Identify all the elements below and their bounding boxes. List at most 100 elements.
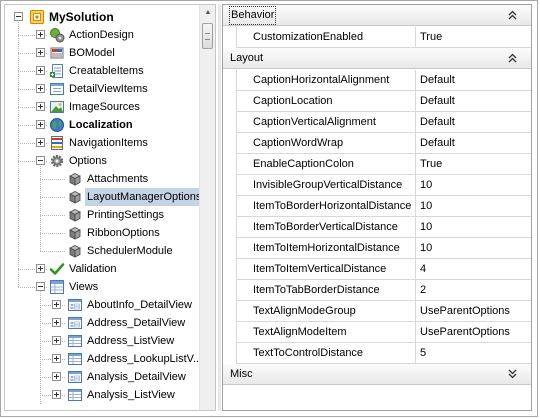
collapse-chevron-icon[interactable] — [508, 10, 517, 20]
expand-plus-icon[interactable] — [36, 30, 45, 39]
property-value[interactable]: UseParentOptions — [417, 322, 531, 342]
property-name[interactable]: TextAlignModeItem — [237, 322, 416, 342]
property-name[interactable]: CaptionWordWrap — [237, 133, 416, 153]
collapse-minus-icon[interactable] — [14, 12, 23, 21]
tree-item[interactable]: CreatableItems — [5, 62, 201, 80]
panel-splitter[interactable] — [218, 4, 221, 411]
expand-plus-icon[interactable] — [52, 390, 61, 399]
expand-plus-icon[interactable] — [52, 336, 61, 345]
property-value[interactable]: Default — [417, 133, 531, 153]
property-name[interactable]: CustomizationEnabled — [237, 27, 416, 47]
property-row[interactable]: TextToControlDistance 5 — [237, 343, 531, 364]
property-value[interactable]: Default — [417, 70, 531, 90]
tree-item-label[interactable]: LayoutManagerOptions — [85, 188, 204, 206]
property-row[interactable]: ItemToTabBorderDistance 2 — [237, 280, 531, 301]
property-value[interactable]: 10 — [417, 217, 531, 237]
property-name[interactable]: ItemToTabBorderDistance — [237, 280, 416, 300]
expand-plus-icon[interactable] — [52, 354, 61, 363]
property-row[interactable]: TextAlignModeGroup UseParentOptions — [237, 301, 531, 322]
property-row[interactable]: CaptionWordWrap Default — [237, 133, 531, 154]
property-value[interactable]: 10 — [417, 175, 531, 195]
collapse-chevron-icon[interactable] — [508, 53, 517, 63]
tree-item[interactable]: Analysis_DetailView — [5, 368, 201, 386]
property-name[interactable]: CaptionVerticalAlignment — [237, 112, 416, 132]
tree-item-label[interactable]: Validation — [67, 260, 119, 278]
property-row[interactable]: ItemToBorderHorizontalDistance 10 — [237, 196, 531, 217]
property-value[interactable]: 10 — [417, 196, 531, 216]
tree-item[interactable]: Localization — [5, 116, 201, 134]
tree-item-label[interactable]: CreatableItems — [67, 62, 146, 80]
tree-item[interactable]: Attachments — [5, 170, 201, 188]
expand-plus-icon[interactable] — [36, 102, 45, 111]
expand-plus-icon[interactable] — [52, 318, 61, 327]
expand-plus-icon[interactable] — [52, 372, 61, 381]
tree-item-label[interactable]: Analysis_ListView — [85, 386, 177, 404]
tree-item-label[interactable]: Localization — [67, 116, 135, 134]
expand-plus-icon[interactable] — [36, 264, 45, 273]
property-name[interactable]: CaptionHorizontalAlignment — [237, 70, 416, 90]
tree-item-label[interactable]: Views — [67, 278, 100, 296]
property-value[interactable]: True — [417, 154, 531, 174]
property-name[interactable]: ItemToBorderVerticalDistance — [237, 217, 416, 237]
tree-item-label[interactable]: PrintingSettings — [85, 206, 166, 224]
tree-item[interactable]: Address_LookupListV... — [5, 350, 204, 368]
tree-item-label[interactable]: MySolution — [47, 8, 116, 26]
tree-item[interactable]: NavigationItems — [5, 134, 201, 152]
property-value[interactable]: 10 — [417, 238, 531, 258]
tree-item[interactable]: RibbonOptions — [5, 224, 201, 242]
tree-item[interactable]: Views — [5, 278, 201, 296]
category-header-2[interactable]: Misc — [223, 364, 531, 385]
tree-item-label[interactable]: ImageSources — [67, 98, 142, 116]
property-row[interactable]: EnableCaptionColon True — [237, 154, 531, 175]
property-name[interactable]: ItemToBorderHorizontalDistance — [237, 196, 416, 216]
property-row[interactable]: CaptionLocation Default — [237, 91, 531, 112]
property-name[interactable]: ItemToItemVerticalDistance — [237, 259, 416, 279]
tree-item[interactable]: Address_ListView — [5, 332, 201, 350]
scroll-up-arrow-icon[interactable]: ▲ — [200, 5, 215, 21]
property-name[interactable]: TextAlignModeGroup — [237, 301, 416, 321]
property-row[interactable]: ItemToBorderVerticalDistance 10 — [237, 217, 531, 238]
tree-item[interactable]: AboutInfo_DetailView — [5, 296, 201, 314]
property-value[interactable]: UseParentOptions — [417, 301, 531, 321]
property-row[interactable]: CaptionHorizontalAlignment Default — [237, 70, 531, 91]
property-name[interactable]: ItemToItemHorizontalDistance — [237, 238, 416, 258]
tree-item[interactable]: BOModel — [5, 44, 201, 62]
tree-item[interactable]: DetailViewItems — [5, 80, 201, 98]
tree-item-label[interactable]: Address_LookupListV... — [85, 350, 204, 368]
property-row[interactable]: TextAlignModeItem UseParentOptions — [237, 322, 531, 343]
tree-vertical-scrollbar[interactable]: ▲ — [199, 5, 215, 410]
property-name[interactable]: CaptionLocation — [237, 91, 416, 111]
expand-plus-icon[interactable] — [36, 120, 45, 129]
tree-item-label[interactable]: Address_ListView — [85, 332, 176, 350]
tree-item[interactable]: PrintingSettings — [5, 206, 201, 224]
tree-item[interactable]: Analysis_ListView — [5, 386, 201, 404]
property-row[interactable]: ItemToItemVerticalDistance 4 — [237, 259, 531, 280]
tree-item[interactable]: SchedulerModule — [5, 242, 201, 260]
tree-item-label[interactable]: Options — [67, 152, 109, 170]
tree-item-label[interactable]: Address_DetailView — [85, 314, 187, 332]
collapse-minus-icon[interactable] — [36, 282, 45, 291]
tree-item-label[interactable]: DetailViewItems — [67, 80, 150, 98]
tree-item-label[interactable]: AboutInfo_DetailView — [85, 296, 194, 314]
tree-item-label[interactable]: Analysis_DetailView — [85, 368, 188, 386]
collapse-minus-icon[interactable] — [36, 156, 45, 165]
tree-item[interactable]: MySolution — [5, 8, 201, 26]
category-header-1[interactable]: Layout — [223, 48, 531, 69]
property-row[interactable]: ItemToItemHorizontalDistance 10 — [237, 238, 531, 259]
tree-item[interactable]: Options — [5, 152, 201, 170]
property-row[interactable]: InvisibleGroupVerticalDistance 10 — [237, 175, 531, 196]
tree-item-label[interactable]: Attachments — [85, 170, 150, 188]
expand-plus-icon[interactable] — [36, 84, 45, 93]
tree-item-label[interactable]: SchedulerModule — [85, 242, 175, 260]
property-row[interactable]: CaptionVerticalAlignment Default — [237, 112, 531, 133]
tree-item[interactable]: Address_DetailView — [5, 314, 201, 332]
scrollbar-thumb[interactable] — [202, 23, 213, 49]
property-value[interactable]: 2 — [417, 280, 531, 300]
property-value[interactable]: 4 — [417, 259, 531, 279]
expand-plus-icon[interactable] — [36, 138, 45, 147]
tree-item[interactable]: LayoutManagerOptions — [5, 188, 204, 206]
property-value[interactable]: Default — [417, 91, 531, 111]
tree-item[interactable]: ActionDesign — [5, 26, 201, 44]
tree-item-label[interactable]: BOModel — [67, 44, 117, 62]
property-row[interactable]: CustomizationEnabled True — [237, 27, 531, 48]
